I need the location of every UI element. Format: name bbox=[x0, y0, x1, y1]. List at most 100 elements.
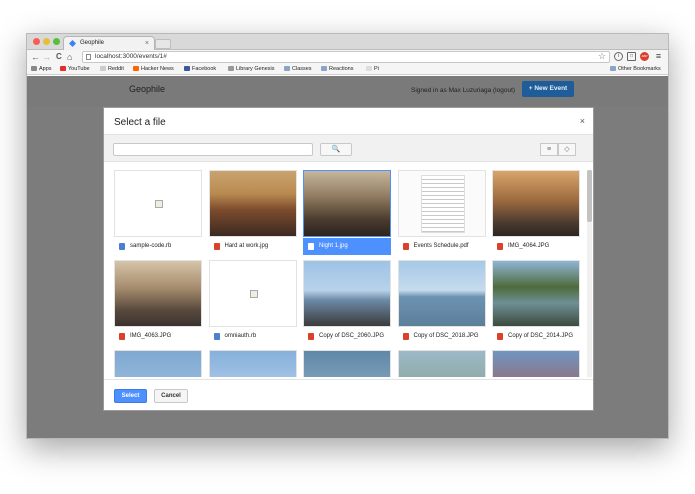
reddit-icon bbox=[100, 65, 106, 71]
home-icon[interactable]: ⌂ bbox=[67, 51, 72, 63]
signed-in-text[interactable]: Signed in as Max Luzuriaga (logout) bbox=[411, 87, 515, 94]
new-event-button[interactable]: + New Event bbox=[522, 81, 574, 97]
file-label[interactable]: sample-code.rb bbox=[114, 238, 202, 255]
file-label[interactable]: Copy of DSC_2060.JPG bbox=[303, 328, 391, 345]
file-item[interactable] bbox=[397, 350, 486, 377]
file-name: Copy of DSC_2018.JPG bbox=[413, 333, 479, 339]
browser-tab[interactable]: Geophile × bbox=[63, 36, 155, 50]
file-label[interactable]: IMG_4064.JPG bbox=[492, 238, 580, 255]
cast-icon[interactable]: □ bbox=[627, 52, 636, 61]
file-thumbnail[interactable] bbox=[303, 350, 391, 377]
file-label[interactable]: Events Schedule.pdf bbox=[398, 238, 486, 255]
list-icon: ≡ bbox=[546, 146, 552, 153]
file-item[interactable] bbox=[303, 350, 391, 377]
bookmark-hacker-news[interactable]: Hacker News bbox=[133, 64, 174, 75]
file-label[interactable]: Hard at work.jpg bbox=[209, 238, 297, 255]
image-icon bbox=[213, 243, 220, 250]
file-item[interactable]: Hard at work.jpg bbox=[208, 170, 297, 256]
browser-toolbar: ← → C ⌂ localhost:3000/events/1# ☆ i □ A… bbox=[27, 50, 668, 64]
search-button[interactable]: 🔍 bbox=[320, 143, 352, 156]
file-item[interactable]: Copy of DSC_2018.JPG bbox=[397, 260, 486, 346]
modal-footer: Select Cancel bbox=[104, 379, 593, 410]
bookmark-apps[interactable]: Apps bbox=[31, 64, 52, 75]
forward-icon[interactable]: → bbox=[42, 51, 51, 63]
map-view-button[interactable]: ◇ bbox=[558, 143, 576, 156]
file-thumbnail[interactable] bbox=[303, 170, 391, 237]
reload-icon[interactable]: C bbox=[56, 51, 62, 63]
adblock-icon[interactable]: ABP bbox=[640, 52, 649, 61]
page-icon bbox=[366, 65, 372, 71]
bookmark-classes[interactable]: Classes bbox=[284, 64, 312, 75]
file-item[interactable]: IMG_4063.JPG bbox=[114, 260, 202, 346]
file-item[interactable]: Copy of DSC_2014.JPG bbox=[492, 260, 580, 346]
close-window-button[interactable] bbox=[33, 38, 40, 45]
bookmark-library-genesis[interactable]: Library Genesis bbox=[228, 64, 275, 75]
file-name: omniauth.rb bbox=[224, 333, 257, 339]
file-thumbnail[interactable] bbox=[303, 260, 391, 327]
file-thumbnail[interactable] bbox=[114, 260, 202, 327]
tab-title: Geophile bbox=[80, 40, 105, 46]
file-name: Copy of DSC_2060.JPG bbox=[319, 333, 385, 339]
bookmark-reddit[interactable]: Reddit bbox=[100, 64, 124, 75]
bookmarks-bar: Apps YouTube Reddit Hacker News Facebook… bbox=[27, 64, 668, 75]
back-icon[interactable]: ← bbox=[31, 51, 40, 63]
file-name: sample-code.rb bbox=[130, 243, 172, 249]
file-item[interactable]: Night 1.jpg bbox=[303, 170, 391, 256]
file-label[interactable]: Night 1.jpg bbox=[303, 238, 391, 255]
close-tab-icon[interactable]: × bbox=[145, 37, 149, 50]
file-thumbnail[interactable] bbox=[492, 170, 580, 237]
file-thumbnail[interactable] bbox=[114, 350, 202, 377]
file-thumbnail[interactable] bbox=[492, 350, 580, 377]
file-picker-modal: Select a file × 🔍 ≡ ◇ sample-code.rb Hard… bbox=[103, 107, 594, 411]
file-item[interactable]: sample-code.rb bbox=[114, 170, 202, 256]
new-tab-button[interactable] bbox=[155, 39, 171, 49]
search-icon: 🔍 bbox=[331, 146, 341, 153]
minimize-window-button[interactable] bbox=[43, 38, 50, 45]
file-thumbnail[interactable] bbox=[208, 170, 297, 237]
file-thumbnail[interactable] bbox=[208, 260, 297, 327]
file-label[interactable]: IMG_4063.JPG bbox=[114, 328, 202, 345]
folder-icon bbox=[321, 65, 327, 71]
scrollbar[interactable] bbox=[587, 170, 592, 377]
address-bar[interactable]: localhost:3000/events/1# ☆ bbox=[82, 51, 610, 63]
close-icon[interactable]: × bbox=[580, 116, 585, 126]
file-thumbnail[interactable] bbox=[208, 350, 297, 377]
file-thumbnail[interactable] bbox=[114, 170, 202, 237]
apps-icon bbox=[31, 65, 37, 71]
bookmark-reactions[interactable]: Reactions bbox=[321, 64, 353, 75]
file-item[interactable]: Events Schedule.pdf bbox=[397, 170, 486, 256]
cancel-button[interactable]: Cancel bbox=[154, 389, 188, 403]
search-input[interactable] bbox=[113, 143, 313, 156]
bookmark-star-icon[interactable]: ☆ bbox=[598, 51, 606, 61]
bookmark-youtube[interactable]: YouTube bbox=[60, 64, 90, 75]
file-label[interactable]: Copy of DSC_2018.JPG bbox=[398, 328, 486, 345]
image-icon bbox=[308, 243, 314, 250]
list-view-button[interactable]: ≡ bbox=[540, 143, 558, 156]
file-label[interactable]: Copy of DSC_2014.JPG bbox=[492, 328, 580, 345]
file-label[interactable]: omniauth.rb bbox=[209, 328, 297, 345]
folder-icon bbox=[284, 65, 290, 71]
bookmark-facebook[interactable]: Facebook bbox=[184, 64, 216, 75]
file-name: IMG_4063.JPG bbox=[130, 333, 172, 339]
file-item[interactable] bbox=[208, 350, 297, 377]
file-item[interactable]: Copy of DSC_2060.JPG bbox=[303, 260, 391, 346]
scrollbar-thumb[interactable] bbox=[587, 170, 592, 222]
file-thumbnail[interactable] bbox=[397, 350, 486, 377]
bookmark-pi[interactable]: Pi bbox=[366, 64, 379, 75]
file-item[interactable] bbox=[114, 350, 202, 377]
info-icon[interactable]: i bbox=[614, 52, 623, 61]
file-grid: sample-code.rb Hard at work.jpg Night 1.jp… bbox=[114, 170, 584, 377]
image-icon bbox=[497, 333, 503, 340]
select-button[interactable]: Select bbox=[114, 389, 147, 403]
broken-image-icon bbox=[249, 290, 258, 298]
menu-icon[interactable]: ≡ bbox=[654, 52, 663, 61]
file-thumbnail[interactable] bbox=[397, 260, 486, 327]
file-thumbnail[interactable] bbox=[397, 170, 486, 237]
file-item[interactable] bbox=[492, 350, 580, 377]
maximize-window-button[interactable] bbox=[53, 38, 60, 45]
brand-logo[interactable]: Geophile bbox=[129, 84, 165, 94]
file-item[interactable]: IMG_4064.JPG bbox=[492, 170, 580, 256]
file-thumbnail[interactable] bbox=[492, 260, 580, 327]
file-item[interactable]: omniauth.rb bbox=[208, 260, 297, 346]
other-bookmarks[interactable]: Other Bookmarks bbox=[610, 64, 661, 75]
